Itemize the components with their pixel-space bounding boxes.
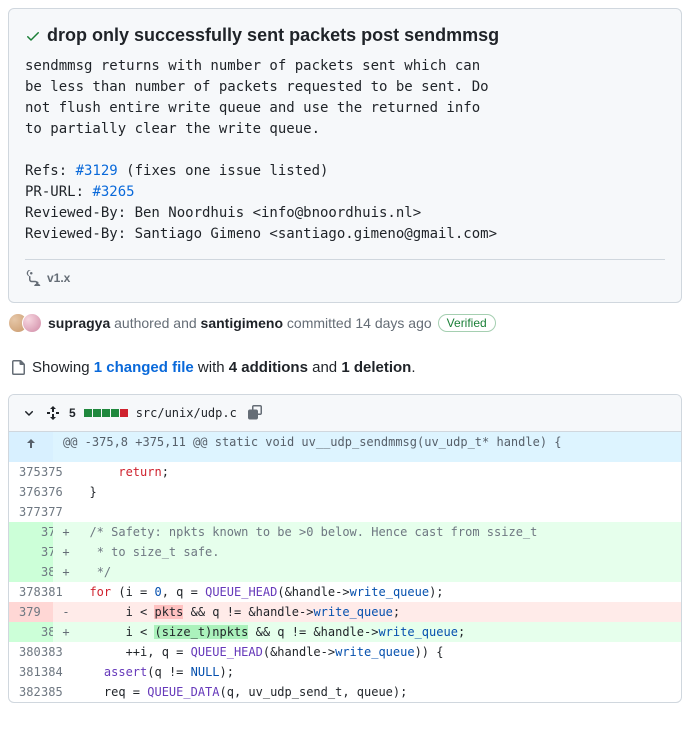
diff-line: 382+ i < (size_t)npkts && q != &handle->… [9, 622, 681, 642]
diff-marker: + [59, 522, 73, 542]
avatar[interactable] [22, 313, 42, 333]
refs-link[interactable]: #3129 [76, 163, 118, 179]
diffstat-add-block [84, 409, 92, 417]
old-line-num[interactable]: 377 [9, 502, 31, 522]
old-line-num[interactable]: 380 [9, 642, 31, 662]
old-line-num[interactable] [9, 622, 31, 642]
diffstat-add-block [93, 409, 101, 417]
diffstat-count: 5 [69, 406, 76, 420]
diff-marker [59, 462, 73, 482]
diffstat-add-block [111, 409, 119, 417]
code-line: ++i, q = QUEUE_HEAD(&handle->write_queue… [53, 642, 681, 662]
diff-marker: - [59, 602, 73, 622]
old-line-num[interactable] [9, 542, 31, 562]
hunk-header: @@ -375,8 +375,11 @@ static void uv__udp… [9, 432, 681, 462]
code-line: + /* Safety: npkts known to be >0 below.… [53, 522, 681, 542]
diff-line: 379 - i < pkts && q != &handle->write_que… [9, 602, 681, 622]
commit-title-row: drop only successfully sent packets post… [25, 25, 665, 46]
diff-marker [59, 582, 73, 602]
old-line-num[interactable]: 381 [9, 662, 31, 682]
new-line-num[interactable]: 382 [31, 622, 53, 642]
branch-name[interactable]: v1.x [47, 271, 70, 285]
avatar-stack [8, 313, 42, 333]
diff-marker: + [59, 542, 73, 562]
code-line: + */ [53, 562, 681, 582]
new-line-num[interactable]: 378 [31, 522, 53, 542]
chevron-down-icon [21, 405, 37, 421]
diff-line: 377377 [9, 502, 681, 522]
file-header: 5 src/unix/udp.c [9, 395, 681, 432]
diff-marker [59, 502, 73, 522]
branch-row: v1.x [25, 259, 665, 286]
expand-all-toggle[interactable] [45, 405, 61, 421]
diff-file: 5 src/unix/udp.c @@ -375,8 +375,11 @@ st… [8, 394, 682, 703]
hunk-text: @@ -375,8 +375,11 @@ static void uv__udp… [53, 432, 681, 462]
diffstat-del-block [120, 409, 128, 417]
code-line: + * to size_t safe. [53, 542, 681, 562]
file-path-link[interactable]: src/unix/udp.c [136, 406, 237, 420]
unfold-icon [45, 405, 61, 421]
code-line: for (i = 0, q = QUEUE_HEAD(&handle->writ… [53, 582, 681, 602]
diff-line: 379+ * to size_t safe. [9, 542, 681, 562]
diff-table: @@ -375,8 +375,11 @@ static void uv__udp… [9, 432, 681, 702]
diff-marker [59, 682, 73, 702]
code-line: assert(q != NULL); [53, 662, 681, 682]
diff-line: 376376 } [9, 482, 681, 502]
diff-line: 380+ */ [9, 562, 681, 582]
commit-title: drop only successfully sent packets post… [47, 25, 499, 46]
copy-icon [247, 405, 263, 421]
git-branch-icon [25, 270, 41, 286]
old-line-num[interactable]: 378 [9, 582, 31, 602]
diff-marker [59, 482, 73, 502]
diff-line: 380383 ++i, q = QUEUE_HEAD(&handle->writ… [9, 642, 681, 662]
diff-line: 378+ /* Safety: npkts known to be >0 bel… [9, 522, 681, 542]
old-line-num[interactable] [9, 562, 31, 582]
committer-link[interactable]: santigimeno [201, 315, 283, 331]
diff-marker [59, 642, 73, 662]
diff-marker: + [59, 622, 73, 642]
old-line-num[interactable]: 382 [9, 682, 31, 702]
changed-files-link[interactable]: 1 changed file [94, 359, 194, 376]
diff-marker [59, 662, 73, 682]
diff-marker: + [59, 562, 73, 582]
diff-line: 378381 for (i = 0, q = QUEUE_HEAD(&handl… [9, 582, 681, 602]
code-line: return; [53, 462, 681, 482]
verified-badge[interactable]: Verified [438, 314, 496, 332]
diff-line: 381384 assert(q != NULL); [9, 662, 681, 682]
code-line: - i < pkts && q != &handle->write_queue; [53, 602, 681, 622]
commit-time: 14 days ago [355, 315, 431, 331]
diffstat-add-block [102, 409, 110, 417]
old-line-num[interactable] [9, 522, 31, 542]
old-line-num[interactable]: 375 [9, 462, 31, 482]
code-line: req = QUEUE_DATA(q, uv_udp_send_t, queue… [53, 682, 681, 702]
diff-summary: Showing 1 changed file with 4 additions … [8, 349, 682, 386]
code-line: + i < (size_t)npkts && q != &handle->wri… [53, 622, 681, 642]
code-line [53, 502, 681, 522]
diff-line: 375375 return; [9, 462, 681, 482]
collapse-toggle[interactable] [21, 405, 37, 421]
code-line: } [53, 482, 681, 502]
new-line-num[interactable]: 380 [31, 562, 53, 582]
new-line-num[interactable]: 379 [31, 542, 53, 562]
pr-link[interactable]: #3265 [92, 184, 134, 200]
diffstat-blocks [84, 409, 128, 417]
old-line-num[interactable]: 376 [9, 482, 31, 502]
author-link[interactable]: supragya [48, 315, 110, 331]
file-diff-icon [10, 360, 26, 376]
old-line-num[interactable]: 379 [9, 602, 31, 622]
author-row: supragya authored and santigimeno commit… [8, 313, 682, 333]
diff-line: 382385 req = QUEUE_DATA(q, uv_udp_send_t… [9, 682, 681, 702]
expand-up-button[interactable] [9, 432, 53, 462]
fold-up-icon [23, 436, 39, 452]
commit-header: drop only successfully sent packets post… [8, 8, 682, 303]
check-icon [25, 28, 41, 44]
copy-path-button[interactable] [245, 403, 265, 423]
commit-body: sendmmsg returns with number of packets … [25, 56, 665, 245]
